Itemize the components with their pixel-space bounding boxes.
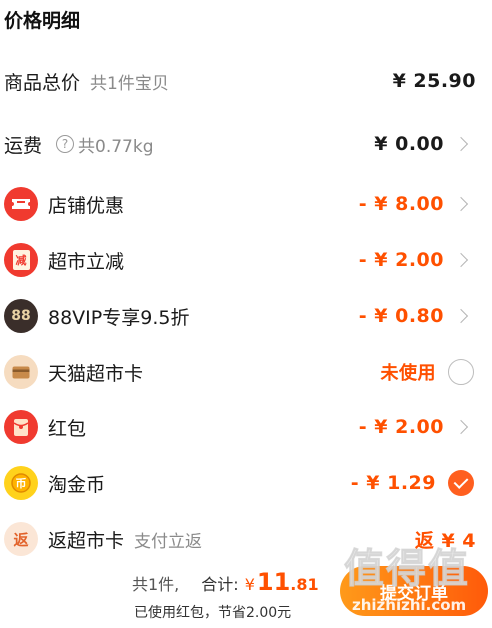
row-goods-total: 商品总价 共1件宝贝 ¥ 25.90 [0, 61, 492, 101]
cashback-sub: 支付立返 [134, 531, 203, 552]
shipping-amount: ¥ 0.00 [374, 133, 444, 155]
goods-total-label: 商品总价 [4, 71, 81, 94]
cashback-amount: 返 ¥ 4 [414, 529, 476, 552]
chevron-right-icon[interactable] [453, 308, 469, 324]
row-cashback-card: 返 返超市卡 支付立返 返 ¥ 4 [0, 519, 492, 559]
total-currency: ¥ [244, 575, 255, 594]
page-title: 价格明细 [4, 10, 81, 32]
jian-icon: 减 [4, 243, 38, 277]
ticket-icon [4, 187, 38, 221]
market-reduction-label: 超市立减 [48, 250, 125, 273]
row-store-discount[interactable]: 店铺优惠 - ¥ 8.00 [0, 184, 492, 224]
store-discount-amount: - ¥ 8.00 [358, 193, 444, 215]
red-envelope-amount: - ¥ 2.00 [358, 416, 444, 438]
88vip-amount: - ¥ 0.80 [358, 305, 444, 327]
row-tmall-card[interactable]: 天猫超市卡 未使用 [0, 352, 492, 392]
red-envelope-icon [4, 410, 38, 444]
market-reduction-amount: - ¥ 2.00 [358, 249, 444, 271]
row-shipping[interactable]: 运费 ? 共0.77kg ¥ 0.00 [0, 124, 492, 164]
chevron-right-icon[interactable] [453, 136, 469, 152]
goods-total-amount: ¥ 25.90 [392, 70, 476, 92]
store-discount-label: 店铺优惠 [48, 194, 125, 217]
gold-coin-icon: 币 [4, 466, 38, 500]
gold-coin-label: 淘金币 [48, 473, 106, 496]
red-envelope-label: 红包 [48, 417, 87, 440]
item-count: 共1件, [132, 575, 180, 594]
submit-order-button[interactable]: 提交订单 [340, 566, 488, 616]
tmall-card-radio[interactable] [448, 359, 474, 385]
gold-coin-checkbox[interactable] [448, 470, 474, 496]
row-market-reduction[interactable]: 减 超市立减 - ¥ 2.00 [0, 240, 492, 280]
cashback-label: 返超市卡 [48, 529, 125, 552]
total-amount: 11 [256, 568, 291, 596]
card-icon [4, 355, 38, 389]
tmall-card-label: 天猫超市卡 [48, 362, 144, 385]
goods-count-text: 共1件宝贝 [90, 73, 169, 94]
shipping-label: 运费 [4, 134, 43, 157]
total-label: 合计: [201, 575, 239, 594]
fan-icon: 返 [4, 522, 38, 556]
total-amount-decimal: .81 [290, 575, 319, 594]
shipping-weight-text: 共0.77kg [78, 136, 154, 157]
help-icon[interactable]: ? [56, 135, 75, 153]
jian-icon-text: 减 [12, 250, 30, 270]
88vip-label: 88VIP专享9.5折 [48, 306, 190, 329]
gold-coin-amount: - ¥ 1.29 [350, 472, 436, 494]
88vip-icon: 88 [4, 299, 38, 333]
row-gold-coin[interactable]: 币 淘金币 - ¥ 1.29 [0, 463, 492, 503]
tmall-card-status: 未使用 [380, 363, 436, 384]
svg-text:币: 币 [16, 477, 27, 490]
footer-summary: 共1件, 合计: ¥ 11 .81 [132, 568, 319, 596]
row-red-envelope[interactable]: 红包 - ¥ 2.00 [0, 407, 492, 447]
chevron-right-icon[interactable] [453, 252, 469, 268]
chevron-right-icon[interactable] [453, 196, 469, 212]
row-88vip[interactable]: 88 88VIP专享9.5折 - ¥ 0.80 [0, 296, 492, 336]
chevron-right-icon[interactable] [453, 419, 469, 435]
savings-text: 已使用红包，节省2.00元 [134, 605, 292, 621]
